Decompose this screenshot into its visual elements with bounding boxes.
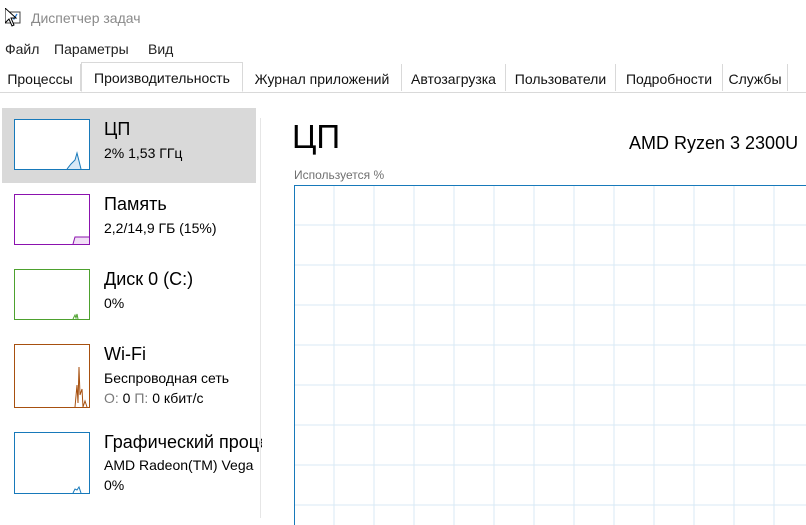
sidebar-item-detail: AMD Radeon(TM) Vega	[104, 457, 253, 473]
page-title: ЦП	[292, 118, 340, 156]
wifi-mini-graph	[14, 344, 90, 408]
cpu-usage-graph	[294, 185, 806, 525]
sidebar-item-label: ЦП	[104, 119, 130, 140]
sidebar-item-wifi[interactable]: Wi-Fi Беспроводная сеть О: 0 П: 0 кбит/с	[2, 333, 256, 413]
tab-app-history[interactable]: Журнал приложений	[243, 64, 402, 91]
sidebar-item-detail: 0%	[104, 295, 124, 311]
receive-value: 0 кбит/с	[152, 390, 203, 406]
tab-strip: Процессы Производительность Журнал прило…	[0, 64, 806, 93]
menu-bar: Файл Параметры Вид	[0, 36, 806, 62]
tab-users[interactable]: Пользователи	[506, 64, 616, 91]
tab-startup[interactable]: Автозагрузка	[402, 64, 506, 91]
graph-border	[295, 186, 806, 525]
wifi-throughput: О: 0 П: 0 кбит/с	[104, 390, 203, 406]
sidebar-item-detail: 2% 1,53 ГГц	[104, 145, 182, 161]
gpu-mini-graph	[14, 432, 90, 494]
sidebar-item-disk[interactable]: Диск 0 (C:) 0%	[2, 258, 256, 333]
tab-processes[interactable]: Процессы	[0, 64, 81, 91]
window-title: Диспетчер задач	[31, 10, 141, 26]
sidebar-item-detail-2: 0%	[104, 477, 124, 493]
sidebar: ЦП 2% 1,53 ГГц Память 2,2/14,9 ГБ (15%) …	[0, 92, 262, 518]
tab-services[interactable]: Службы	[723, 64, 788, 91]
tab-details[interactable]: Подробности	[616, 64, 723, 91]
sidebar-item-detail: Беспроводная сеть	[104, 370, 229, 386]
sidebar-item-detail: 2,2/14,9 ГБ (15%)	[104, 220, 217, 236]
sidebar-item-cpu[interactable]: ЦП 2% 1,53 ГГц	[2, 108, 256, 183]
send-label: О:	[104, 390, 119, 406]
graph-label: Используется %	[294, 168, 384, 182]
sidebar-item-memory[interactable]: Память 2,2/14,9 ГБ (15%)	[2, 183, 256, 258]
sidebar-item-label: Wi-Fi	[104, 344, 146, 365]
menu-view[interactable]: Вид	[148, 41, 173, 57]
cpu-model-name: AMD Ryzen 3 2300U	[629, 133, 798, 154]
tab-performance[interactable]: Производительность	[81, 62, 243, 92]
menu-file[interactable]: Файл	[5, 41, 39, 57]
memory-mini-graph	[14, 194, 90, 245]
menu-options[interactable]: Параметры	[54, 41, 129, 57]
cpu-mini-graph	[14, 119, 90, 170]
title-bar: Диспетчер задач	[0, 0, 806, 36]
sidebar-item-label: Графический процессор	[104, 432, 262, 453]
send-value: 0	[123, 390, 131, 406]
sidebar-item-gpu[interactable]: Графический процессор AMD Radeon(TM) Veg…	[2, 420, 256, 500]
sidebar-item-label: Диск 0 (C:)	[104, 269, 193, 290]
sidebar-item-label: Память	[104, 194, 167, 215]
task-manager-icon	[5, 8, 23, 28]
disk-mini-graph	[14, 269, 90, 320]
panel-divider[interactable]	[260, 118, 261, 518]
receive-label: П:	[134, 390, 148, 406]
